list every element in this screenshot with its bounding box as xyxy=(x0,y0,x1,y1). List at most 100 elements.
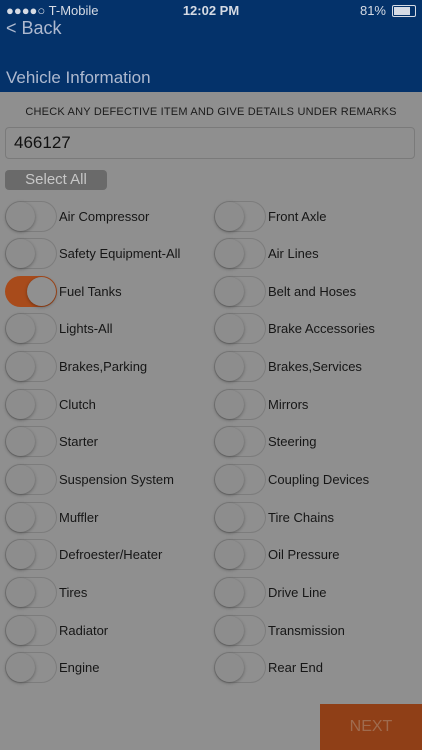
toggle-switch[interactable] xyxy=(214,200,266,232)
checklist-item-label: Transmission xyxy=(268,622,345,638)
checklist-item: Air Lines xyxy=(214,237,319,271)
checklist-item-label: Defroester/Heater xyxy=(59,547,163,563)
toggle-knob xyxy=(215,615,244,645)
checklist-item-label: Steering xyxy=(268,434,317,450)
checklist-item: Oil Pressure xyxy=(214,538,340,572)
checklist-item: Air Compressor xyxy=(5,199,149,233)
toggle-knob xyxy=(6,615,35,645)
checklist-item: Engine xyxy=(5,651,99,685)
toggle-switch[interactable] xyxy=(5,200,57,232)
toggle-switch[interactable] xyxy=(214,614,266,646)
toggle-switch[interactable] xyxy=(214,275,266,307)
toggle-switch[interactable] xyxy=(214,464,266,496)
checklist-item: Radiator xyxy=(5,613,108,647)
toggle-switch[interactable] xyxy=(5,501,57,533)
checklist-item-label: Front Axle xyxy=(268,208,327,224)
checklist-item: Fuel Tanks xyxy=(5,274,122,308)
checklist-item-label: Brakes,Services xyxy=(268,359,362,375)
checklist-item-label: Air Compressor xyxy=(59,208,150,224)
toggle-knob xyxy=(215,314,244,344)
status-time: 12:02 PM xyxy=(182,3,240,18)
checklist-item: Lights-All xyxy=(5,312,112,346)
checklist-item: Front Axle xyxy=(214,199,327,233)
checklist-item-label: Suspension System xyxy=(59,472,174,488)
checklist-item-label: Muffler xyxy=(59,509,99,525)
checklist-item: Tire Chains xyxy=(214,500,334,534)
toggle-switch[interactable] xyxy=(5,614,57,646)
toggle-switch[interactable] xyxy=(5,388,57,420)
checklist-item: Suspension System xyxy=(5,463,174,497)
toggle-switch[interactable] xyxy=(5,275,57,307)
checklist-item-label: Oil Pressure xyxy=(268,547,340,563)
toggle-knob xyxy=(215,578,244,607)
toggle-switch[interactable] xyxy=(214,652,266,684)
toggle-switch[interactable] xyxy=(214,539,266,571)
checklist-item-label: Starter xyxy=(59,434,99,450)
toggle-knob xyxy=(6,314,35,344)
toggle-switch[interactable] xyxy=(5,426,57,458)
toggle-switch[interactable] xyxy=(5,539,57,571)
toggle-knob xyxy=(215,465,244,495)
toggle-knob xyxy=(6,389,35,419)
toggle-knob xyxy=(215,427,244,457)
checklist-item-label: Engine xyxy=(59,660,100,676)
toggle-switch[interactable] xyxy=(214,501,266,533)
toggle-knob xyxy=(6,201,35,231)
next-button[interactable]: NEXT xyxy=(320,704,422,750)
checklist-item-label: Brakes,Parking xyxy=(59,359,148,375)
toggle-switch[interactable] xyxy=(5,652,57,684)
checklist-item-label: Air Lines xyxy=(268,246,319,262)
battery-icon xyxy=(392,4,416,17)
toggle-switch[interactable] xyxy=(214,577,266,608)
checklist-item: Defroester/Heater xyxy=(5,538,162,572)
toggle-switch[interactable] xyxy=(5,577,57,608)
toggle-knob xyxy=(215,352,244,382)
toggle-knob xyxy=(215,653,244,683)
toggle-knob xyxy=(215,239,244,269)
checklist-item-label: Coupling Devices xyxy=(268,472,370,488)
toggle-switch[interactable] xyxy=(214,351,266,383)
toggle-knob xyxy=(6,239,35,269)
toggle-knob xyxy=(6,578,35,607)
checklist-item-label: Rear End xyxy=(268,660,323,676)
checklist-item: Starter xyxy=(5,425,98,459)
checklist-item-label: Safety Equipment-All xyxy=(59,246,181,262)
toggle-knob xyxy=(27,276,56,306)
toggle-switch[interactable] xyxy=(214,238,266,270)
toggle-switch[interactable] xyxy=(5,238,57,270)
toggle-knob xyxy=(6,465,35,495)
toggle-switch[interactable] xyxy=(214,388,266,420)
checklist-item: Steering xyxy=(214,425,316,459)
toggle-knob xyxy=(215,201,244,231)
toggle-knob xyxy=(215,276,244,306)
checklist-item: Mirrors xyxy=(214,387,308,421)
toggle-switch[interactable] xyxy=(5,313,57,345)
status-bar: ●●●●○ T-Mobile 12:02 PM 81% xyxy=(0,0,422,22)
vehicle-number-input[interactable] xyxy=(5,127,415,159)
checklist-item: Transmission xyxy=(214,613,345,647)
toggle-knob xyxy=(215,540,244,570)
checklist-item: Brakes,Services xyxy=(214,350,362,384)
toggle-switch[interactable] xyxy=(5,464,57,496)
checklist-item: Drive Line xyxy=(214,576,327,610)
toggle-switch[interactable] xyxy=(214,313,266,345)
checklist-item-label: Lights-All xyxy=(59,321,113,337)
checklist-item-label: Brake Accessories xyxy=(268,321,375,337)
toggle-knob xyxy=(6,653,35,683)
toggle-knob xyxy=(215,389,244,419)
toggle-switch[interactable] xyxy=(214,426,266,458)
nav-bar: < Back Vehicle Information xyxy=(0,18,422,92)
select-all-button[interactable]: Select All xyxy=(5,170,107,190)
checklist-item-label: Fuel Tanks xyxy=(59,283,122,299)
back-button[interactable]: < Back xyxy=(6,18,62,39)
battery-percent: 81% xyxy=(359,3,386,18)
checklist-item: Brake Accessories xyxy=(214,312,375,346)
toggle-switch[interactable] xyxy=(5,351,57,383)
toggle-knob xyxy=(6,502,35,532)
toggle-knob xyxy=(215,502,244,532)
checklist-item-label: Drive Line xyxy=(268,585,327,600)
checklist-item: Belt and Hoses xyxy=(214,274,356,308)
status-right: 81% xyxy=(360,3,416,18)
checklist-item-label: Tire Chains xyxy=(268,509,334,525)
checklist-item-label: Belt and Hoses xyxy=(268,283,357,299)
